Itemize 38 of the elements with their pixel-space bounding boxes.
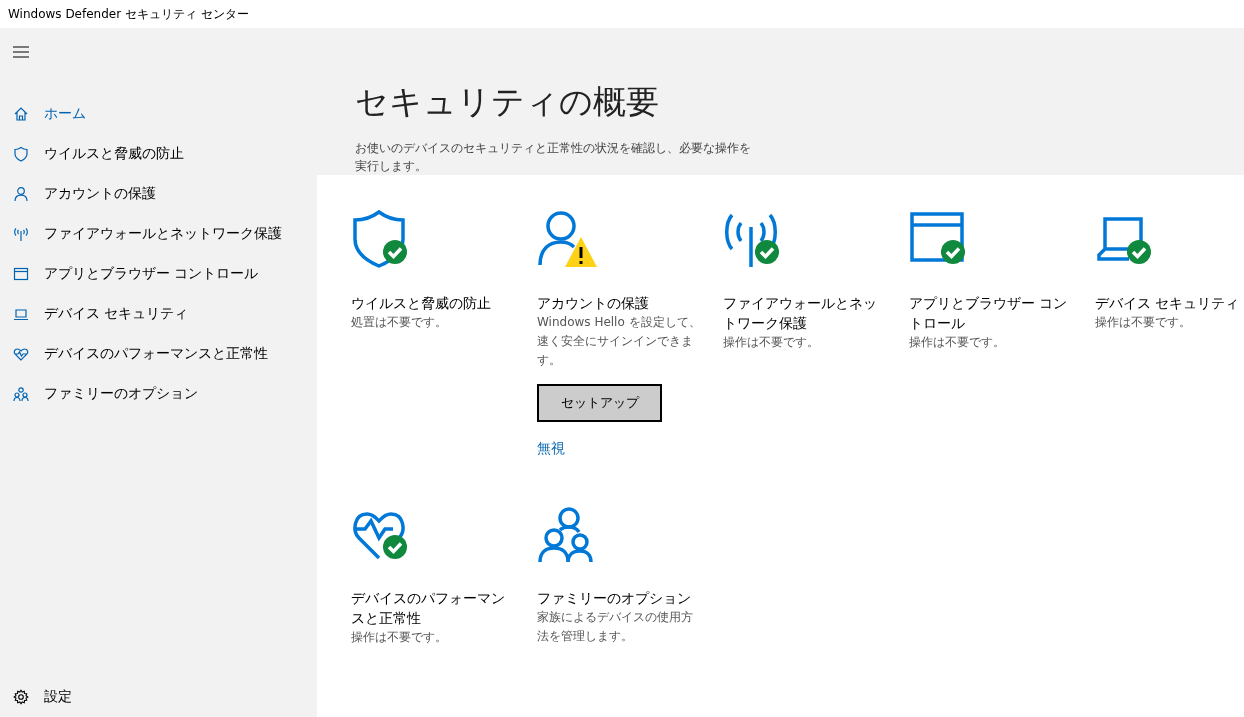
sidebar-item[interactable]: アプリとブラウザー コントロール xyxy=(0,254,317,294)
browser-icon xyxy=(13,266,29,282)
settings-item[interactable]: 設定 xyxy=(0,687,317,707)
sidebar-item[interactable]: ホーム xyxy=(0,94,317,134)
tile-title[interactable]: デバイス セキュリティ xyxy=(1095,293,1244,313)
heart-icon xyxy=(13,346,29,362)
tile-description: 操作は不要です。 xyxy=(1095,314,1192,331)
tile-title[interactable]: ファイアウォールとネットワーク保護 xyxy=(723,293,889,333)
page-description: お使いのデバイスのセキュリティと正常性の状況を確認し、必要な操作を実行します。 xyxy=(355,140,752,175)
tile-title[interactable]: アプリとブラウザー コントロール xyxy=(909,293,1075,333)
settings-icon xyxy=(13,689,29,705)
person-icon xyxy=(13,186,29,202)
family-icon xyxy=(13,386,29,402)
tile-title[interactable]: ウイルスと脅威の防止 xyxy=(351,293,517,313)
tile-title[interactable]: デバイスのパフォーマンスと正常性 xyxy=(351,588,517,628)
sidebar-item[interactable]: ファミリーのオプション xyxy=(0,374,317,414)
page-title: セキュリティの概要 xyxy=(355,81,660,123)
home-icon xyxy=(13,106,29,122)
sidebar-item[interactable]: デバイスのパフォーマンスと正常性 xyxy=(0,334,317,374)
tile-title[interactable]: ファミリーのオプション xyxy=(537,588,703,608)
dismiss-link[interactable]: 無視 xyxy=(537,440,565,458)
shield-icon xyxy=(13,146,29,162)
setup-button[interactable]: セットアップ xyxy=(537,384,662,422)
window-title: Windows Defender セキュリティ センター xyxy=(8,5,249,23)
antenna-icon xyxy=(13,226,29,242)
tile-description: 処置は不要です。 xyxy=(351,314,448,331)
sidebar-item[interactable]: デバイス セキュリティ xyxy=(0,294,317,334)
tile-description: 操作は不要です。 xyxy=(351,629,448,646)
laptop-icon xyxy=(13,306,29,322)
sidebar-item[interactable]: ファイアウォールとネットワーク保護 xyxy=(0,214,317,254)
tile-description: 操作は不要です。 xyxy=(909,334,1006,351)
sidebar-item[interactable]: アカウントの保護 xyxy=(0,174,317,214)
tile-description: 家族によるデバイスの使用方法を管理します。 xyxy=(537,609,694,645)
sidebar-item[interactable]: ウイルスと脅威の防止 xyxy=(0,134,317,174)
tile-description: Windows Hello を設定して、速く安全にサインインできます。 xyxy=(537,314,702,369)
tile-description: 操作は不要です。 xyxy=(723,334,820,351)
tile-title[interactable]: アカウントの保護 xyxy=(537,293,703,313)
menu-icon[interactable] xyxy=(13,46,29,58)
